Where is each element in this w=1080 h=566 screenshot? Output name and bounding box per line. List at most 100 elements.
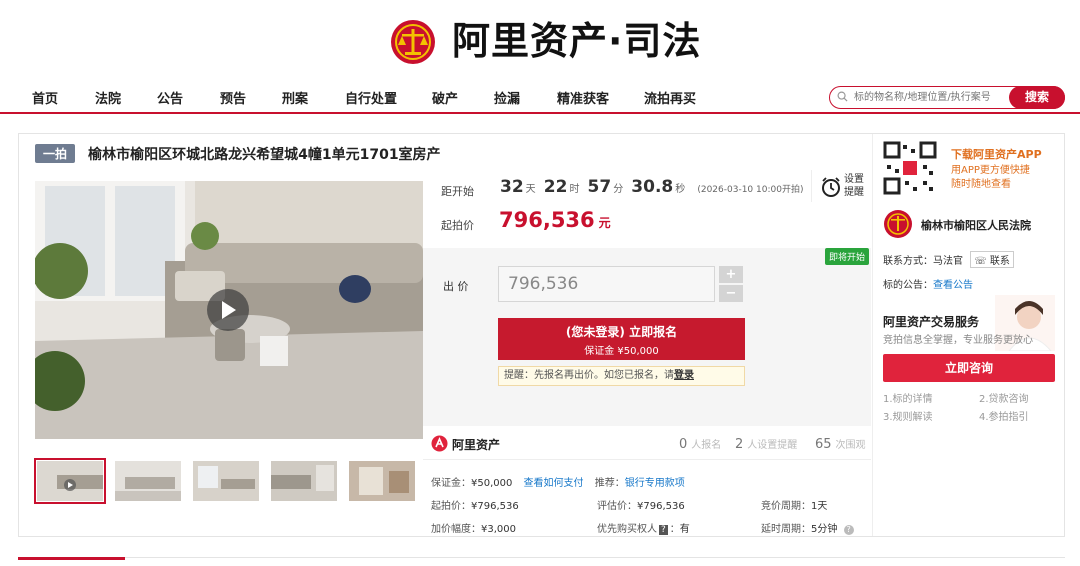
view-count-value: 65 <box>815 437 832 452</box>
app-download-subtitle: 用APP更方便快捷 随时随地查看 <box>951 164 1030 192</box>
eval-price-detail: 评估价：¥796,536 <box>597 497 685 512</box>
increment-value: ¥3,000 <box>481 524 516 535</box>
priority-buyer-detail: 优先购买权人? ：有 <box>597 524 690 535</box>
delay-cycle-detail: 延时周期：5分钟 ? <box>761 520 854 535</box>
notice-info: 标的公告：查看公告 <box>883 276 973 291</box>
deposit-info: 保证金：¥50,000 查看如何支付 推荐：银行专用款项 <box>431 474 685 489</box>
auction-round-tag: 一拍 <box>35 144 76 163</box>
priority-buyer-value: 有 <box>679 524 690 535</box>
info-icon[interactable]: ? <box>659 525 668 535</box>
delay-cycle-value: 5分钟 <box>811 524 838 535</box>
login-link[interactable]: 登录 <box>674 370 694 381</box>
nav-item-customer-acquisition[interactable]: 精准获客 <box>557 88 609 107</box>
nav-item-announcement[interactable]: 公告 <box>157 88 183 107</box>
court-name[interactable]: 榆林市榆阳区人民法院 <box>921 217 1031 233</box>
nav-item-preview[interactable]: 预告 <box>220 88 246 107</box>
days-unit: 天 <box>525 184 536 195</box>
header: 阿里资产·司法 <box>0 0 1080 80</box>
service-link-item-details[interactable]: 1.标的详情 <box>883 390 933 405</box>
countdown-hours: 22 <box>543 177 568 197</box>
reminder-count-value: 2 <box>735 437 744 452</box>
play-video-button[interactable] <box>207 289 249 331</box>
contact-label: 联系方式： <box>883 256 933 267</box>
qr-code-icon <box>883 141 937 195</box>
contact-info: 联系方式：马法官 ☏ 联系 <box>883 251 1014 268</box>
thumbnail-1[interactable] <box>34 458 106 504</box>
detail-tabs <box>18 557 1065 566</box>
right-column-divider <box>872 134 873 536</box>
view-count-label: 次围观 <box>835 440 866 451</box>
recommend-label: 推荐： <box>594 478 625 489</box>
app-sub-line-2: 随时随地查看 <box>951 179 1011 190</box>
search-button[interactable]: 搜索 <box>1009 85 1065 109</box>
start-price-label: 起拍价 <box>441 219 474 232</box>
start-price: 796,536 元 <box>499 208 611 232</box>
bid-amount-input[interactable] <box>498 266 715 302</box>
start-price-unit: 元 <box>598 216 611 230</box>
nav-item-self-disposal[interactable]: 自行处置 <box>345 88 397 107</box>
start-time-note: (2026-03-10 10:00开拍) <box>697 185 804 195</box>
start-price-detail-value: ¥796,536 <box>471 501 519 512</box>
nav-item-home[interactable]: 首页 <box>32 88 58 107</box>
ali-assets-logo-icon <box>431 435 448 452</box>
service-link-rules[interactable]: 3.规则解读 <box>883 408 933 423</box>
eval-price-value: ¥796,536 <box>637 501 685 512</box>
thumbnail-4[interactable] <box>271 461 337 501</box>
court-emblem-icon <box>391 20 435 64</box>
auction-panel: 一拍 榆林市榆阳区环城北路龙兴希望城4幢1单元1701室房产 距开始 32 天 … <box>18 133 1065 537</box>
increment-label: 加价幅度： <box>431 524 481 535</box>
stats-row: 阿里资产 0 人报名 2 人设置提醒 65 次围观 <box>423 426 871 460</box>
hours-unit: 时 <box>569 184 580 195</box>
tab-active-indicator[interactable] <box>18 557 125 560</box>
service-link-loan[interactable]: 2.贷款咨询 <box>979 390 1029 405</box>
bid-cycle-detail: 竞价周期：1天 <box>761 497 827 512</box>
brand-name: 阿里资产 <box>452 438 501 452</box>
site-logo-text: 阿里资产·司法 <box>452 19 702 63</box>
signup-count-value: 0 <box>679 437 688 452</box>
nav-item-court[interactable]: 法院 <box>95 88 121 107</box>
main-photo[interactable] <box>35 181 423 439</box>
tip-text: 提醒：先报名再出价。如您已报名，请 <box>504 370 674 381</box>
thumbnail-strip <box>34 458 423 507</box>
court-emblem-icon <box>884 210 912 238</box>
nav-item-bankruptcy[interactable]: 破产 <box>432 88 458 107</box>
phone-icon: ☏ <box>974 256 987 267</box>
minutes-unit: 分 <box>613 184 624 195</box>
bank-funds-link[interactable]: 银行专用款项 <box>625 478 685 489</box>
increase-bid-button[interactable]: + <box>719 266 743 283</box>
title-row: 一拍 榆林市榆阳区环城北路龙兴希望城4幢1单元1701室房产 <box>35 143 441 163</box>
alarm-clock-icon <box>822 177 840 197</box>
signup-button[interactable]: (您未登录) 立即报名 保证金 ¥50,000 <box>498 318 745 360</box>
thumbnail-2[interactable] <box>115 461 181 501</box>
search-input[interactable] <box>854 89 1009 106</box>
app-sub-line-1: 用APP更方便快捷 <box>951 165 1030 176</box>
thumbnail-5[interactable] <box>349 461 415 501</box>
eval-price-label: 评估价： <box>597 501 637 512</box>
consult-button[interactable]: 立即咨询 <box>883 354 1055 382</box>
help-icon[interactable]: ? <box>843 525 854 535</box>
reminder-label: 设置提醒 <box>844 174 864 198</box>
deposit-label: 保证金： <box>431 478 471 489</box>
nav-item-relist[interactable]: 流拍再买 <box>644 88 696 107</box>
start-price-detail-label: 起拍价： <box>431 501 471 512</box>
view-notice-link[interactable]: 查看公告 <box>933 280 973 291</box>
contact-button[interactable]: ☏ 联系 <box>970 251 1014 268</box>
nav-item-bargain[interactable]: 捡漏 <box>494 88 520 107</box>
view-count: 65 次围观 <box>815 436 866 452</box>
bid-cycle-label: 竞价周期： <box>761 501 811 512</box>
signup-deposit-label: 保证金 ¥50,000 <box>584 346 659 357</box>
status-badge: 即将开始 <box>824 248 869 265</box>
decrease-bid-button[interactable]: − <box>719 285 743 302</box>
app-download-title[interactable]: 下载阿里资产APP <box>951 146 1042 162</box>
nav-item-criminal[interactable]: 刑案 <box>282 88 308 107</box>
service-link-guide[interactable]: 4.参拍指引 <box>979 408 1029 423</box>
thumbnail-3[interactable] <box>193 461 259 501</box>
start-price-detail: 起拍价：¥796,536 <box>431 497 519 512</box>
countdown-label: 距开始 <box>441 185 474 198</box>
how-to-pay-link[interactable]: 查看如何支付 <box>524 478 584 489</box>
item-title: 榆林市榆阳区环城北路龙兴希望城4幢1单元1701室房产 <box>88 146 441 163</box>
increment-detail: 加价幅度：¥3,000 <box>431 520 516 535</box>
set-reminder-button[interactable]: 设置提醒 <box>811 170 869 202</box>
service-title: 阿里资产交易服务 <box>883 315 980 329</box>
search-icon <box>837 91 848 102</box>
